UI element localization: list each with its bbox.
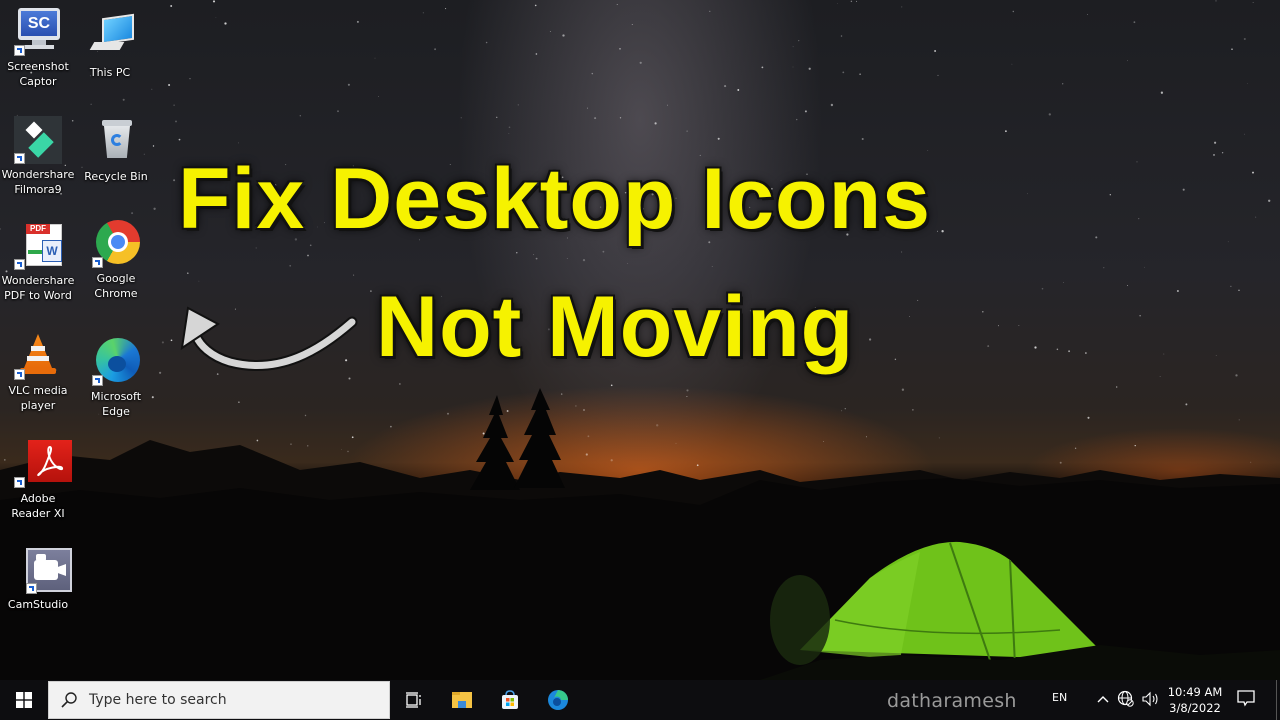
store-icon	[502, 690, 518, 709]
desktop-icon-edge[interactable]: Microsoft Edge	[78, 338, 154, 419]
recycle-bin-icon	[92, 118, 140, 166]
show-hidden-icons-chevron-icon[interactable]	[1096, 688, 1110, 710]
task-view-icon	[406, 692, 421, 708]
shortcut-arrow-icon	[14, 259, 25, 270]
icon-label: PDF to Word	[4, 289, 72, 302]
desktop-icon-pdf-to-word[interactable]: PDF W Wondershare PDF to Word	[0, 222, 76, 303]
this-pc-icon	[86, 13, 134, 62]
icon-label: This PC	[89, 66, 131, 79]
icon-label: VLC media	[8, 384, 68, 397]
shortcut-arrow-icon	[14, 477, 25, 488]
input-language-indicator[interactable]: EN	[1052, 691, 1067, 704]
icon-label: Wondershare	[1, 168, 75, 181]
windows-logo-icon	[16, 692, 32, 708]
camstudio-icon	[14, 546, 72, 594]
edge-icon	[92, 338, 140, 386]
clock-date: 3/8/2022	[1169, 701, 1221, 715]
icon-label: Reader XI	[11, 507, 65, 520]
search-placeholder: Type here to search	[89, 692, 227, 708]
desktop-icon-vlc[interactable]: VLC media player	[0, 332, 76, 413]
desktop-icon-this-pc[interactable]: This PC	[72, 13, 148, 80]
shortcut-arrow-icon	[26, 583, 37, 594]
desktop-icon-recycle-bin[interactable]: Recycle Bin	[78, 118, 154, 184]
desktop-icon-filmora[interactable]: Wondershare Filmora9	[0, 116, 76, 197]
notification-center-icon[interactable]	[1236, 688, 1256, 708]
vlc-icon	[14, 332, 62, 380]
shortcut-arrow-icon	[92, 257, 103, 268]
edge-taskbar-button[interactable]	[534, 680, 582, 720]
adobe-reader-icon	[14, 440, 72, 488]
icon-label: Captor	[19, 75, 57, 88]
folder-icon	[452, 692, 472, 708]
chrome-icon	[92, 220, 140, 268]
edge-icon	[548, 690, 568, 710]
shortcut-arrow-icon	[14, 369, 25, 380]
bush	[770, 575, 830, 665]
icon-label: Filmora9	[14, 183, 62, 196]
shortcut-arrow-icon	[14, 45, 25, 56]
desktop-icon-adobe-reader[interactable]: Adobe Reader XI	[0, 440, 76, 521]
word-glyph: W	[42, 240, 62, 262]
pdf-glyph: PDF	[26, 224, 50, 234]
pdf-to-word-icon: PDF W	[14, 222, 62, 270]
headline-line-1: Fix Desktop Icons	[178, 151, 931, 247]
taskbar: Type here to search	[0, 680, 1280, 720]
icon-label: Adobe	[20, 492, 56, 505]
icon-label: player	[20, 399, 56, 412]
sc-glyph: SC	[21, 11, 57, 36]
icon-label: Recycle Bin	[84, 170, 148, 183]
pine-tree	[514, 388, 565, 488]
icon-label: Microsoft	[90, 390, 142, 403]
microsoft-store-button[interactable]	[486, 680, 534, 720]
start-button[interactable]	[0, 680, 48, 720]
filmora-icon	[14, 116, 62, 164]
desktop-icon-chrome[interactable]: Google Chrome	[78, 220, 154, 301]
channel-watermark: datharamesh	[887, 690, 1017, 712]
desktop-icon-screenshot-captor[interactable]: SC Screenshot Captor	[0, 8, 76, 89]
task-view-button[interactable]	[390, 680, 438, 720]
icon-label: CamStudio	[7, 598, 69, 611]
icon-label: Google	[96, 272, 136, 285]
taskbar-search-box[interactable]: Type here to search	[48, 681, 390, 719]
taskbar-clock[interactable]: 10:49 AM 3/8/2022	[1166, 684, 1224, 716]
search-icon	[61, 692, 77, 708]
headline-line-2: Not Moving	[376, 279, 855, 375]
icon-label: Edge	[102, 405, 130, 418]
icon-label: Screenshot	[7, 60, 69, 73]
shortcut-arrow-icon	[92, 375, 103, 386]
volume-icon[interactable]	[1141, 690, 1161, 708]
network-globe-icon[interactable]	[1117, 690, 1135, 708]
curved-arrow-icon	[180, 306, 358, 371]
desktop-icon-camstudio[interactable]: CamStudio	[0, 546, 76, 612]
file-explorer-button[interactable]	[438, 680, 486, 720]
screenshot-captor-icon: SC	[14, 8, 62, 56]
clock-time: 10:49 AM	[1167, 685, 1223, 699]
icon-label: Wondershare	[1, 274, 75, 287]
shortcut-arrow-icon	[14, 153, 25, 164]
show-desktop-button[interactable]	[1276, 680, 1277, 720]
icon-label: Chrome	[94, 287, 138, 300]
